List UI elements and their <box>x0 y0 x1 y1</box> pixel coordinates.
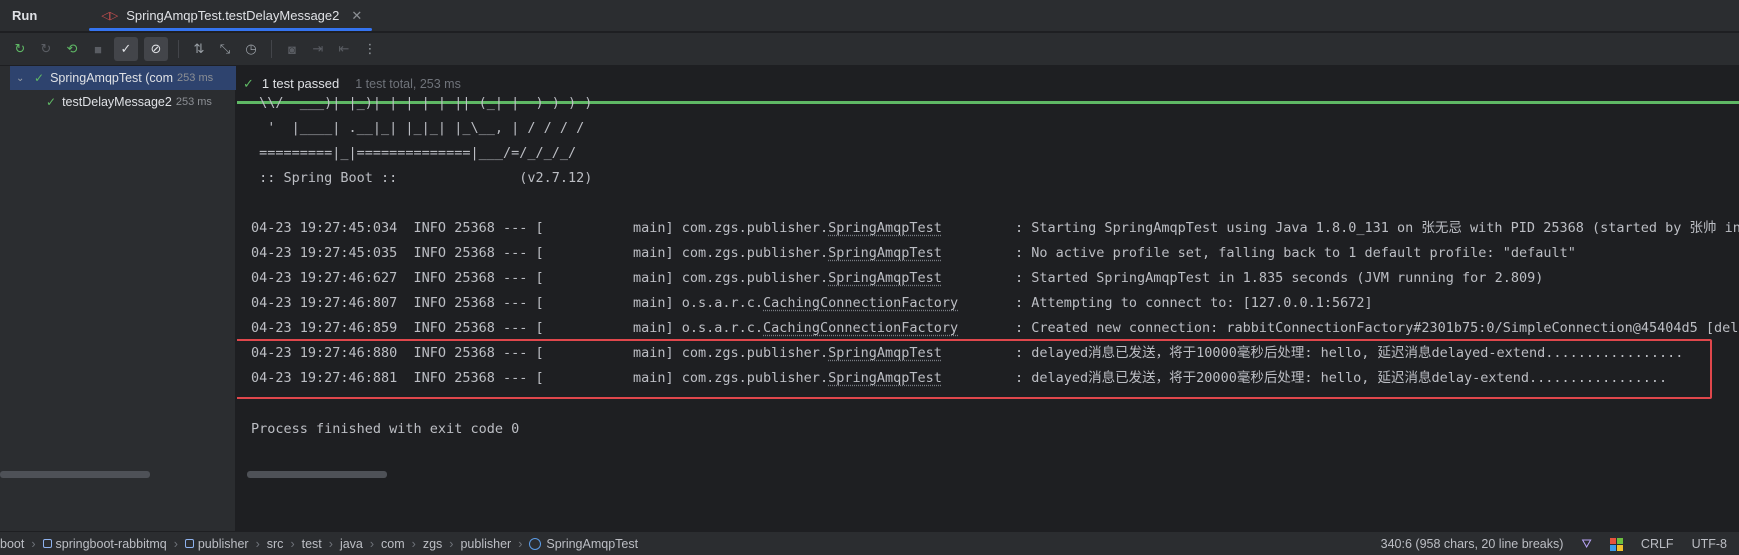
close-icon[interactable]: ✕ <box>351 8 362 24</box>
run-toolbar: ↻ ↻ ⟲ ■ ✓ ⊘ ⇅ ⤡ ◷ ◙ ⇥ ⇤ ⋮ <box>0 33 1739 65</box>
log-line: 04-23 19:27:46:627 INFO 25368 --- [ main… <box>251 270 1544 286</box>
test-summary: 1 test total, 253 ms <box>355 76 461 91</box>
run-tool-window-header: Run ◁▷ SpringAmqpTest.testDelayMessage2 … <box>0 0 1739 32</box>
module-icon <box>184 539 194 548</box>
console-horizontal-scrollbar[interactable] <box>247 471 387 478</box>
import-icon[interactable]: ⇥ <box>308 39 328 59</box>
test-status: 1 test passed <box>261 76 340 91</box>
windows-icon[interactable] <box>1609 537 1623 551</box>
tree-item-time: 253 ms <box>177 72 214 84</box>
breadcrumb-item[interactable]: springboot-rabbitmq › <box>42 537 185 551</box>
class-link[interactable]: SpringAmqpTest <box>828 270 942 286</box>
navigation-status-bar: boot › springboot-rabbitmq › publisher › sr… <box>0 531 1739 555</box>
class-link[interactable]: SpringAmqpTest <box>828 245 942 261</box>
stop-icon[interactable]: ■ <box>88 39 108 59</box>
export-icon[interactable]: ⇤ <box>334 39 354 59</box>
vcs-icon[interactable]: ⛛ <box>1581 537 1592 552</box>
highlight-annotation-box <box>237 339 1712 399</box>
right-status: 340:6 (958 chars, 20 line breaks) ⛛ CRLF… <box>1381 532 1739 555</box>
module-icon <box>42 539 52 548</box>
show-passed-icon[interactable]: ✓ <box>114 37 138 61</box>
log-line: 04-23 19:27:45:035 INFO 25368 --- [ main… <box>251 245 1576 261</box>
banner-line: \\/ ___)| |_)| | | | | || (_| | ) ) ) ) <box>251 95 593 111</box>
check-icon: ✓ <box>34 71 45 85</box>
breadcrumb-item[interactable]: publisher › <box>460 537 529 551</box>
banner-line: :: Spring Boot :: (v2.7.12) <box>251 170 593 186</box>
more-icon[interactable]: ⋮ <box>360 39 380 59</box>
run-title: Run <box>12 8 38 23</box>
test-run-icon: ◁▷ <box>101 10 119 22</box>
check-icon: ✓ <box>46 95 57 109</box>
line-separator[interactable]: CRLF <box>1641 537 1674 551</box>
test-tree: ⌄ ✓ SpringAmqpTest (com 253 ms ✓ testDel… <box>0 66 236 531</box>
check-icon: ✓ <box>243 75 254 91</box>
log-line: 04-23 19:27:46:807 INFO 25368 --- [ main… <box>251 295 1373 311</box>
rerun-icon[interactable]: ↻ <box>10 39 30 59</box>
toolbar-separator <box>271 40 272 58</box>
tab-title: SpringAmqpTest.testDelayMessage2 <box>126 8 340 23</box>
class-link[interactable]: CachingConnectionFactory <box>763 320 958 336</box>
banner-line: =========|_|==============|___/=/_/_/_/ <box>251 145 577 161</box>
breadcrumb-item[interactable]: src › <box>267 537 302 551</box>
tree-item-child[interactable]: ✓ testDelayMessage2 253 ms <box>42 90 212 114</box>
toolbar-separator <box>178 40 179 58</box>
breadcrumb: boot › springboot-rabbitmq › publisher › sr… <box>0 537 638 551</box>
breadcrumb-item[interactable]: zgs › <box>423 537 461 551</box>
banner-line: ' |____| .__|_| |_|_| |_\__, | / / / / <box>251 120 585 136</box>
tab-test-run[interactable]: ◁▷ SpringAmqpTest.testDelayMessage2 ✕ <box>89 0 373 31</box>
caret-position[interactable]: 340:6 (958 chars, 20 line breaks) <box>1381 537 1564 551</box>
tree-item-label: SpringAmqpTest (com <box>50 71 174 85</box>
log-line: 04-23 19:27:45:034 INFO 25368 --- [ main… <box>251 220 1739 236</box>
toggle-auto-test-icon[interactable]: ⟲ <box>62 39 82 59</box>
class-icon <box>529 537 542 550</box>
tree-item-time: 253 ms <box>175 96 212 108</box>
rerun-failed-icon[interactable]: ↻ <box>36 39 56 59</box>
breadcrumb-item[interactable]: test › <box>302 537 340 551</box>
breadcrumb-item[interactable]: publisher › <box>184 537 267 551</box>
chevron-down-icon[interactable]: ⌄ <box>16 73 30 84</box>
screenshot-icon[interactable]: ◙ <box>282 39 302 59</box>
breadcrumb-item[interactable]: SpringAmqpTest <box>529 537 638 551</box>
exit-line: Process finished with exit code 0 <box>251 421 520 437</box>
breadcrumb-item[interactable]: com › <box>381 537 423 551</box>
tree-item-root[interactable]: ⌄ ✓ SpringAmqpTest (com 253 ms <box>10 66 236 90</box>
tree-item-label: testDelayMessage2 <box>62 95 172 109</box>
show-ignored-icon[interactable]: ⊘ <box>144 37 168 61</box>
class-link[interactable]: SpringAmqpTest <box>828 220 942 236</box>
class-link[interactable]: CachingConnectionFactory <box>763 295 958 311</box>
collapse-icon[interactable]: ⤡ <box>215 39 235 59</box>
tree-horizontal-scrollbar[interactable] <box>0 471 150 478</box>
history-icon[interactable]: ◷ <box>241 39 261 59</box>
sort-icon[interactable]: ⇅ <box>189 39 209 59</box>
file-encoding[interactable]: UTF-8 <box>1692 537 1727 551</box>
breadcrumb-item[interactable]: boot › <box>0 537 43 551</box>
log-line: 04-23 19:27:46:859 INFO 25368 --- [ main… <box>251 320 1739 336</box>
breadcrumb-item[interactable]: java › <box>340 537 381 551</box>
console-panel: ✓ 1 test passed 1 test total, 253 ms \\/… <box>237 66 1739 531</box>
